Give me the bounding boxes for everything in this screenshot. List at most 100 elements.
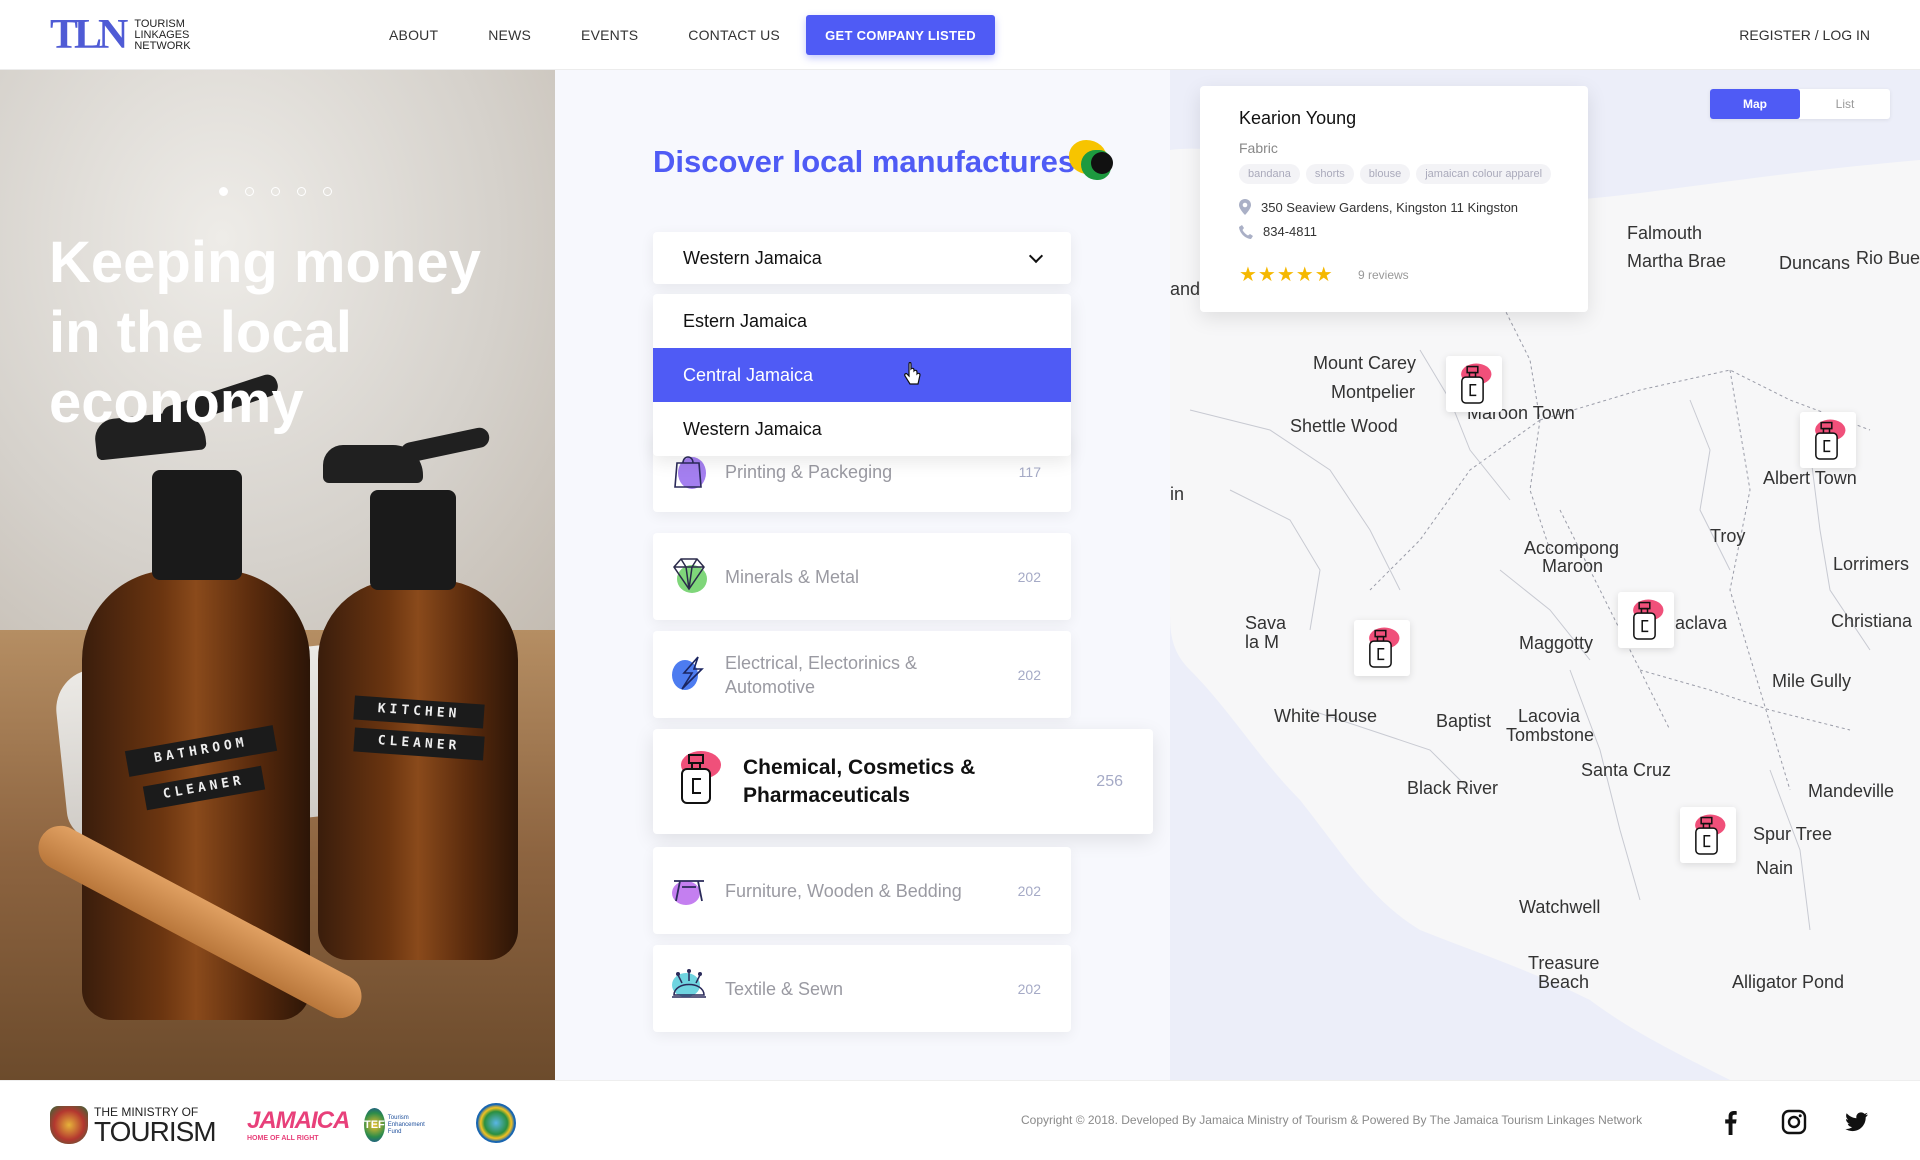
listing-tag[interactable]: shorts bbox=[1305, 164, 1354, 184]
listing-tag[interactable]: blouse bbox=[1359, 164, 1411, 184]
category-minerals-metal[interactable]: Minerals & Metal 202 bbox=[653, 533, 1071, 620]
rating-stars: ★★★★★ bbox=[1239, 264, 1334, 286]
location-pin-icon bbox=[1239, 199, 1251, 215]
map-label-albert-town: Albert Town bbox=[1763, 468, 1857, 488]
map-label-mount-carey: Mount Carey bbox=[1313, 353, 1417, 373]
table-icon bbox=[672, 880, 704, 905]
perfume-bottle-icon bbox=[1633, 599, 1664, 640]
map-label-nain: Nain bbox=[1756, 858, 1794, 878]
map-label-shettle-wood: Shettle Wood bbox=[1290, 416, 1398, 436]
phone-icon bbox=[1239, 224, 1253, 239]
map-label-maggotty: Maggotty bbox=[1519, 633, 1594, 653]
map-label-martha-brae: Martha Brae bbox=[1627, 251, 1727, 271]
pincushion-icon bbox=[672, 969, 706, 998]
category-textile-sewn[interactable]: Textile & Sewn 202 bbox=[653, 945, 1071, 1032]
listing-address-text: 350 Seaview Gardens, Kingston 11 Kingsto… bbox=[1261, 199, 1519, 215]
map-pin[interactable] bbox=[1354, 620, 1410, 676]
perfume-bottle-icon bbox=[1369, 627, 1400, 668]
hero-title: Keeping money in the local economy bbox=[49, 230, 481, 435]
category-name: Minerals & Metal bbox=[725, 566, 860, 587]
map-label-alligator-pond: Alligator Pond bbox=[1732, 972, 1845, 992]
hero-banner: BATHROOM CLEANER KITCHEN CLEANER Keeping… bbox=[0, 70, 555, 1080]
map-pin[interactable] bbox=[1800, 412, 1856, 468]
nav-events[interactable]: EVENTS bbox=[581, 27, 638, 43]
bottle-label-right-2: CLEANER bbox=[353, 727, 485, 761]
category-furniture-bedding[interactable]: Furniture, Wooden & Bedding 202 bbox=[653, 847, 1071, 934]
instagram-icon[interactable] bbox=[1781, 1109, 1807, 1135]
slide-dot-2[interactable] bbox=[245, 187, 254, 196]
map-label-lorrimers: Lorrimers bbox=[1833, 554, 1910, 574]
discover-heading-text: Discover local manufactures bbox=[653, 144, 1076, 179]
category-count: 202 bbox=[1017, 882, 1041, 899]
map-label-black-river: Black River bbox=[1407, 778, 1499, 798]
jamaica-logo[interactable]: JAMAICA HOME OF ALL RIGHT bbox=[247, 1107, 350, 1142]
perfume-bottle-icon bbox=[1695, 814, 1726, 855]
map-label-aclava: aclava bbox=[1675, 613, 1728, 633]
logo-line-1: Tourism bbox=[134, 17, 185, 30]
map-label-la-m: la M bbox=[1245, 632, 1280, 652]
ministry-text: THE MINISTRY OF TOURISM bbox=[94, 1105, 217, 1147]
slide-dot-4[interactable] bbox=[297, 187, 306, 196]
discover-panel: Discover local manufactures Western Jama… bbox=[555, 70, 1170, 1080]
manufacturer-map[interactable]: Falmouth Martha Brae Duncans Rio Bue and… bbox=[1170, 70, 1920, 1080]
map-label-lacovia: Lacovia bbox=[1518, 706, 1581, 726]
map-pin[interactable] bbox=[1446, 356, 1502, 412]
listing-tag[interactable]: bandana bbox=[1239, 164, 1300, 184]
map-label-beach: Beach bbox=[1538, 972, 1590, 992]
jamaica-logo-text: JAMAICA bbox=[247, 1107, 350, 1134]
reviews-count[interactable]: 9 reviews bbox=[1358, 268, 1409, 282]
main-nav: ABOUT NEWS EVENTS CONTACT US bbox=[389, 0, 830, 70]
listing-card[interactable]: Kearion Young Fabric bandana shorts blou… bbox=[1200, 86, 1588, 312]
tef-badge: TEF bbox=[364, 1108, 385, 1142]
nav-contact-us[interactable]: CONTACT US bbox=[688, 27, 780, 43]
slide-dot-5[interactable] bbox=[323, 187, 332, 196]
slide-dot-3[interactable] bbox=[271, 187, 280, 196]
bottle-label-left-2: CLEANER bbox=[142, 765, 266, 811]
map-label-and: and bbox=[1170, 279, 1201, 299]
nav-about[interactable]: ABOUT bbox=[389, 27, 438, 43]
facebook-icon[interactable] bbox=[1718, 1109, 1744, 1135]
site-footer: THE MINISTRY OF TOURISM JAMAICA HOME OF … bbox=[0, 1080, 1920, 1160]
ministry-of-tourism-logo[interactable]: THE MINISTRY OF TOURISM bbox=[50, 1105, 217, 1147]
register-login-link[interactable]: REGISTER / LOG IN bbox=[1739, 0, 1870, 70]
list-view-button[interactable]: List bbox=[1800, 89, 1890, 119]
map-pin[interactable] bbox=[1618, 592, 1674, 648]
region-option-central[interactable]: Central Jamaica bbox=[653, 348, 1071, 402]
region-option-estern[interactable]: Estern Jamaica bbox=[653, 294, 1071, 348]
listing-name: Kearion Young bbox=[1239, 108, 1357, 128]
map-pin[interactable] bbox=[1680, 807, 1736, 863]
tef-logo[interactable]: TEF Tourism Enhancement Fund bbox=[364, 1107, 432, 1143]
map-label-mandeville: Mandeville bbox=[1808, 781, 1895, 801]
region-option-western[interactable]: Western Jamaica bbox=[653, 402, 1071, 456]
chevron-down-icon bbox=[1028, 248, 1044, 264]
map-list-toggle: Map List bbox=[1710, 89, 1890, 119]
get-company-listed-button[interactable]: GET COMPANY LISTED bbox=[806, 15, 995, 55]
diamond-icon bbox=[673, 558, 707, 593]
perfume-bottle-icon bbox=[681, 751, 721, 804]
listing-tag[interactable]: jamaican colour apparel bbox=[1416, 164, 1552, 184]
perfume-bottle-icon bbox=[1815, 419, 1846, 460]
social-links bbox=[1718, 1109, 1870, 1135]
logo-text: Tourism Linkages Network bbox=[134, 17, 190, 52]
twitter-icon[interactable] bbox=[1844, 1109, 1870, 1135]
coat-of-arms-icon bbox=[50, 1106, 88, 1144]
ministry-line-2: TOURISM bbox=[94, 1116, 217, 1147]
region-select[interactable]: Western Jamaica bbox=[653, 232, 1071, 284]
category-name: Electrical, Electorinics & Automotive bbox=[725, 652, 918, 697]
seal-logo-icon[interactable] bbox=[476, 1103, 516, 1143]
category-count: 202 bbox=[1017, 980, 1041, 997]
map-label-rio-bue: Rio Bue bbox=[1856, 248, 1920, 268]
tln-logo[interactable]: TLN Tourism Linkages Network bbox=[50, 14, 200, 56]
category-name: Chemical, Cosmetics & Pharmaceuticals bbox=[743, 755, 976, 807]
listing-phone[interactable]: 834-4811 bbox=[1239, 224, 1317, 239]
category-chemical-cosmetics[interactable]: Chemical, Cosmetics & Pharmaceuticals 25… bbox=[653, 729, 1153, 834]
slide-indicators bbox=[219, 187, 332, 196]
bottle-label-right-1: KITCHEN bbox=[353, 695, 485, 729]
category-name: Textile & Sewn bbox=[725, 978, 844, 999]
nav-news[interactable]: NEWS bbox=[488, 27, 531, 43]
slide-dot-1[interactable] bbox=[219, 187, 228, 196]
logo-line-2: Linkages bbox=[134, 28, 190, 41]
map-view-button[interactable]: Map bbox=[1710, 89, 1800, 119]
region-select-value: Western Jamaica bbox=[683, 247, 822, 268]
category-electrical-automotive[interactable]: Electrical, Electorinics & Automotive 20… bbox=[653, 631, 1071, 718]
